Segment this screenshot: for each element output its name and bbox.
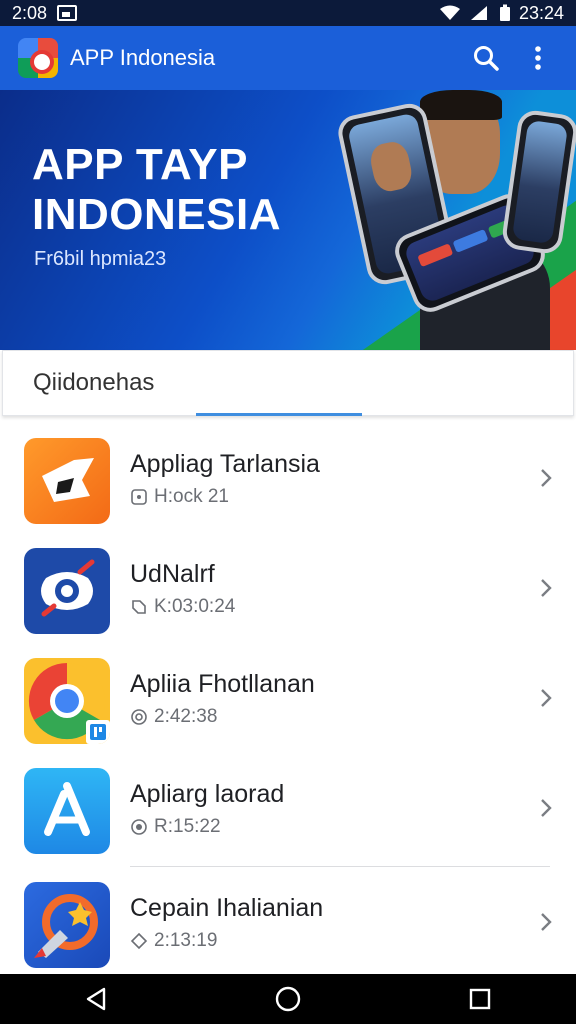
category-tab-label: Qiidonehas xyxy=(33,369,155,396)
home-icon xyxy=(275,986,301,1012)
recents-icon xyxy=(469,988,491,1010)
list-item-meta: R:15:22 xyxy=(130,816,221,838)
hero-title-line1: APP TAYP xyxy=(32,140,248,189)
list-item-title: Cepain Ihalianian xyxy=(130,894,324,922)
blue-target-app-icon xyxy=(24,548,110,634)
status-time-right: 23:24 xyxy=(518,2,564,23)
list-item-meta-text: 2:42:38 xyxy=(154,706,218,727)
list-item-meta: 2:13:19 xyxy=(130,930,217,952)
home-button[interactable] xyxy=(268,979,308,1019)
chevron-right-icon xyxy=(541,579,552,597)
overflow-menu-button[interactable] xyxy=(518,38,558,78)
list-item[interactable]: Apliia Fhotllanan 2:42:38 xyxy=(0,644,576,754)
clock-icon xyxy=(131,489,147,505)
tag-icon xyxy=(132,600,146,614)
more-vert-icon xyxy=(535,46,541,70)
recents-button[interactable] xyxy=(460,979,500,1019)
status-bar: 2:08 23:24 xyxy=(0,0,576,26)
hero-title-line2: INDONESIA xyxy=(32,190,281,239)
app-store-icon xyxy=(24,768,110,854)
list-item[interactable]: Apliarg laorad R:15:22 xyxy=(0,754,576,864)
status-left: 2:08 xyxy=(12,2,78,24)
signal-icon xyxy=(470,6,487,20)
target-icon xyxy=(131,709,147,725)
search-button[interactable] xyxy=(466,38,506,78)
list-item-meta: H:ock 21 xyxy=(130,486,229,508)
app-logo-icon xyxy=(18,38,58,78)
list-item-meta-text: 2:13:19 xyxy=(154,930,218,951)
back-button[interactable] xyxy=(76,979,116,1019)
list-item-title: Apliia Fhotllanan xyxy=(130,670,315,698)
hero-banner[interactable]: APP TAYP INDONESIA Fr6bil hpmia23 xyxy=(0,90,576,350)
status-time-left: 2:08 xyxy=(12,2,48,23)
chrome-app-icon xyxy=(24,658,110,744)
app-bar: APP Indonesia xyxy=(0,26,576,90)
status-right: 23:24 xyxy=(439,3,564,24)
list-item-meta: K:03:0:24 xyxy=(130,596,235,618)
chevron-right-icon xyxy=(541,913,552,931)
person-hair xyxy=(420,90,502,120)
hero-title: APP TAYP INDONESIA xyxy=(32,140,281,240)
gallery-notification-icon xyxy=(57,5,78,21)
list-divider xyxy=(130,866,550,867)
chevron-right-icon xyxy=(541,799,552,817)
battery-icon xyxy=(499,4,510,21)
list-item-meta: 2:42:38 xyxy=(130,706,217,728)
list-item-meta-text: R:15:22 xyxy=(154,816,221,837)
list-item-meta-text: H:ock 21 xyxy=(154,486,229,507)
list-item-title: Appliag Tarlansia xyxy=(130,450,320,478)
tab-indicator xyxy=(196,413,362,416)
list-item-meta-text: K:03:0:24 xyxy=(154,596,236,617)
orange-app-icon xyxy=(24,438,110,524)
list-item-title: Apliarg laorad xyxy=(130,780,285,808)
chevron-right-icon xyxy=(541,689,552,707)
list-item[interactable]: Appliag Tarlansia H:ock 21 xyxy=(0,424,576,534)
back-icon xyxy=(86,987,106,1011)
category-tab-strip[interactable]: Qiidonehas xyxy=(2,350,574,416)
wifi-icon xyxy=(439,5,460,20)
list-item[interactable]: UdNalrf K:03:0:24 xyxy=(0,534,576,644)
rocket-app-icon xyxy=(24,882,110,968)
target-icon xyxy=(131,819,147,835)
app-title: APP Indonesia xyxy=(70,45,216,70)
chevron-right-icon xyxy=(541,469,552,487)
search-icon xyxy=(474,46,499,71)
diamond-icon xyxy=(130,932,148,950)
list-item-title: UdNalrf xyxy=(130,560,215,588)
list-item[interactable]: Cepain Ihalianian 2:13:19 xyxy=(0,868,576,978)
system-nav-bar xyxy=(0,974,576,1024)
hero-subtitle: Fr6bil hpmia23 xyxy=(34,248,167,270)
